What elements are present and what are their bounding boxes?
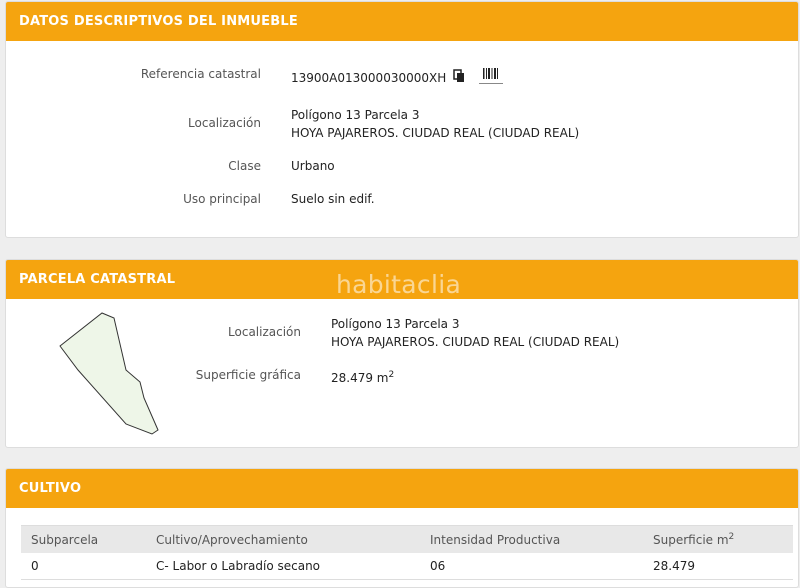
localizacion-value: Polígono 13 Parcela 3 HOYA PAJAREROS. CI… bbox=[291, 106, 579, 142]
col-superficie: Superficie m2 bbox=[643, 525, 793, 553]
col-intensidad: Intensidad Productiva bbox=[420, 525, 643, 553]
superficie-grafica-label: Superficie gráfica bbox=[195, 368, 301, 382]
habitaclia-watermark: habitaclia bbox=[336, 270, 462, 299]
parcel-map-shape[interactable] bbox=[56, 310, 166, 435]
referencia-value: 13900A013000030000XH bbox=[291, 69, 466, 88]
cultivo-panel: CULTIVO Subparcela Cultivo/Aprovechamien… bbox=[5, 468, 799, 588]
localizacion-label: Localización bbox=[188, 116, 261, 130]
cell-subparcela: 0 bbox=[21, 553, 146, 580]
cell-cultivo: C- Labor o Labradío secano bbox=[146, 553, 420, 580]
copy-icon[interactable] bbox=[453, 69, 466, 88]
cultivo-header: CULTIVO bbox=[6, 469, 798, 508]
referencia-label: Referencia catastral bbox=[140, 67, 261, 81]
uso-principal-label: Uso principal bbox=[183, 192, 261, 206]
localizacion-line2: HOYA PAJAREROS. CIUDAD REAL (CIUDAD REAL… bbox=[291, 126, 580, 140]
col-subparcela: Subparcela bbox=[21, 525, 146, 553]
parcela-localizacion-line2: HOYA PAJAREROS. CIUDAD REAL (CIUDAD REAL… bbox=[331, 335, 620, 349]
col-superficie-label: Superficie m bbox=[653, 533, 729, 547]
parcela-localizacion-label: Localización bbox=[228, 325, 301, 339]
datos-descriptivos-header: DATOS DESCRIPTIVOS DEL INMUEBLE bbox=[6, 2, 798, 41]
superficie-unit-sup: 2 bbox=[388, 370, 395, 380]
col-cultivo: Cultivo/Aprovechamiento bbox=[146, 525, 420, 553]
cell-intensidad: 06 bbox=[420, 553, 643, 580]
col-superficie-sup: 2 bbox=[728, 532, 735, 542]
clase-label: Clase bbox=[228, 159, 261, 173]
datos-descriptivos-panel: DATOS DESCRIPTIVOS DEL INMUEBLE Referenc… bbox=[5, 1, 799, 238]
table-row: 0 C- Labor o Labradío secano 06 28.479 bbox=[21, 553, 793, 580]
superficie-grafica-value: 28.479 m2 bbox=[331, 366, 394, 387]
parcela-localizacion-value: Polígono 13 Parcela 3 HOYA PAJAREROS. CI… bbox=[331, 315, 619, 351]
barcode-icon[interactable] bbox=[479, 66, 503, 89]
clase-value: Urbano bbox=[291, 159, 335, 173]
cultivo-table-header-row: Subparcela Cultivo/Aprovechamiento Inten… bbox=[21, 525, 793, 553]
uso-principal-value: Suelo sin edif. bbox=[291, 192, 375, 206]
referencia-text[interactable]: 13900A013000030000XH bbox=[291, 71, 446, 85]
cell-superficie: 28.479 bbox=[643, 553, 793, 580]
cultivo-table: Subparcela Cultivo/Aprovechamiento Inten… bbox=[21, 525, 793, 580]
parcela-localizacion-line1: Polígono 13 Parcela 3 bbox=[331, 317, 460, 331]
localizacion-line1: Polígono 13 Parcela 3 bbox=[291, 108, 420, 122]
superficie-grafica-number: 28.479 m bbox=[331, 371, 389, 385]
